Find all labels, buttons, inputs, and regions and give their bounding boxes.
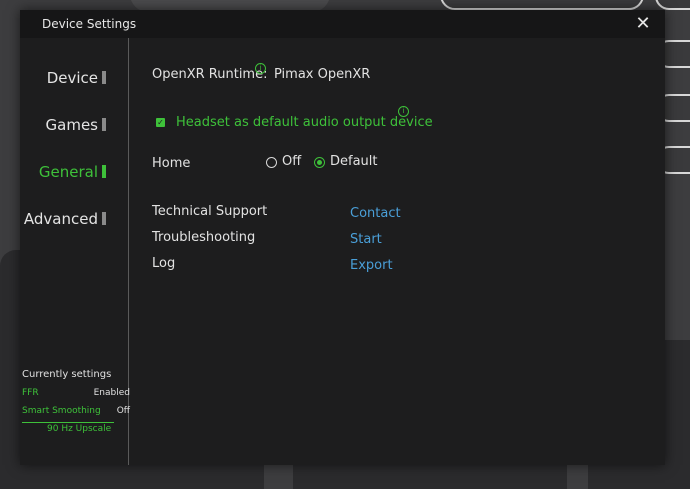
summary-upscale: 90 Hz Upscale (47, 424, 112, 434)
home-option-label[interactable]: Default (330, 154, 378, 169)
sidebar-item-label: Advanced (23, 210, 98, 228)
background-pill-button (440, 0, 644, 10)
sidebar-item-label: General (38, 163, 98, 181)
export-link[interactable]: Export (350, 258, 393, 273)
sidebar-item-games[interactable]: Games (46, 116, 106, 138)
dialog-header: Device Settings ✕ (20, 10, 665, 38)
openxr-runtime-value: Pimax OpenXR (274, 67, 371, 82)
home-radio-default[interactable] (314, 157, 325, 168)
technical-support-label: Technical Support (152, 204, 268, 219)
background-pill-button (655, 0, 690, 10)
home-label: Home (152, 156, 191, 171)
summary-heading: Currently settings (22, 369, 112, 380)
summary-value: Off (116, 406, 130, 416)
sidebar-item-label: Games (45, 116, 98, 134)
info-icon[interactable]: i (255, 63, 266, 74)
sidebar-indicator (102, 118, 106, 131)
sidebar: Device Games General Advanced Currently … (20, 38, 130, 465)
summary-key: FFR (22, 388, 39, 398)
home-radio-off[interactable] (266, 157, 277, 168)
sidebar-indicator (102, 165, 106, 178)
audio-default-checkbox[interactable]: ✓ (156, 118, 165, 127)
start-link[interactable]: Start (350, 232, 382, 247)
summary-divider (22, 422, 114, 423)
dialog-title: Device Settings (42, 17, 137, 31)
sidebar-item-device[interactable]: Device (47, 69, 106, 91)
sidebar-item-label: Device (46, 69, 98, 87)
log-label: Log (152, 256, 176, 271)
close-icon[interactable]: ✕ (633, 14, 653, 34)
summary-row-ffr: FFR Enabled (22, 388, 130, 398)
general-settings-panel: OpenXR Runtime: i Pimax OpenXR ✓ Headset… (152, 38, 652, 458)
sidebar-item-general[interactable]: General (39, 163, 106, 185)
summary-row-smart-smoothing: Smart Smoothing Off (22, 406, 130, 416)
sidebar-indicator (102, 212, 106, 225)
contact-link[interactable]: Contact (350, 206, 401, 221)
troubleshooting-label: Troubleshooting (152, 230, 256, 245)
openxr-runtime-label: OpenXR Runtime: (152, 67, 268, 82)
summary-key: Smart Smoothing (22, 406, 101, 416)
audio-default-label[interactable]: Headset as default audio output device (176, 115, 433, 130)
sidebar-item-advanced[interactable]: Advanced (24, 210, 106, 232)
home-option-label[interactable]: Off (282, 154, 301, 169)
device-settings-dialog: Device Settings ✕ Device Games General A… (20, 10, 665, 465)
info-icon[interactable]: i (398, 106, 409, 117)
sidebar-indicator (102, 71, 106, 84)
summary-value: Enabled (93, 388, 130, 398)
